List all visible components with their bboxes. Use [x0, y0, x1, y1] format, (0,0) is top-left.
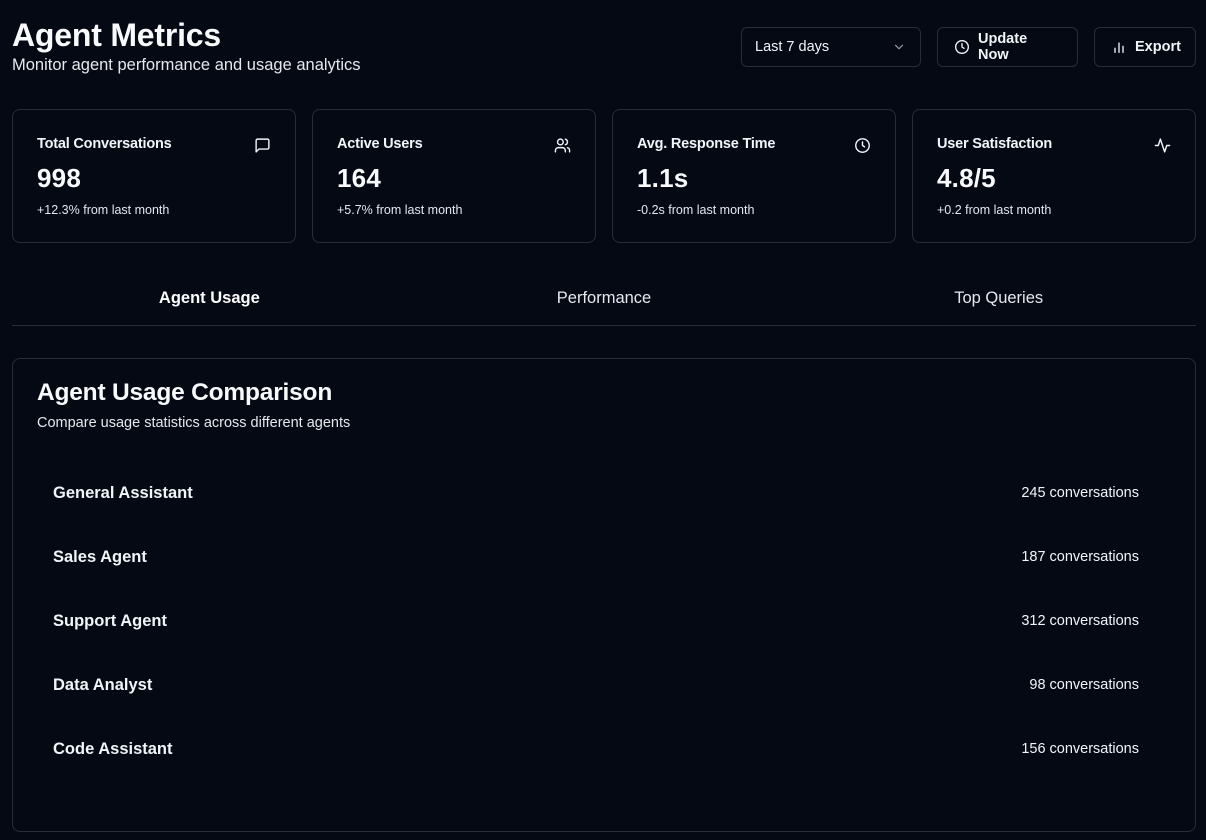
- stat-value: 1.1s: [637, 163, 689, 193]
- stat-change: -0.2s from last month: [637, 203, 755, 217]
- agent-name: Data Analyst: [53, 675, 153, 694]
- update-now-label: Update Now: [978, 31, 1028, 63]
- agent-conversation-count: 156 conversations: [1021, 741, 1139, 757]
- list-item: Data Analyst 98 conversations: [53, 657, 1139, 721]
- stat-card-total-conversations: Total Conversations 998 +12.3% from last…: [12, 109, 296, 243]
- page-subtitle: Monitor agent performance and usage anal…: [12, 56, 361, 74]
- agent-conversation-count: 245 conversations: [1021, 485, 1139, 501]
- agent-name: General Assistant: [53, 483, 193, 502]
- bar-chart-icon: [1111, 39, 1127, 55]
- list-item: Sales Agent 187 conversations: [53, 529, 1139, 593]
- clock-icon: [853, 136, 871, 154]
- users-icon: [553, 136, 571, 154]
- stat-label: Active Users: [337, 136, 423, 152]
- stat-value: 998: [37, 163, 81, 193]
- stat-change: +12.3% from last month: [37, 203, 170, 217]
- list-item: Support Agent 312 conversations: [53, 593, 1139, 657]
- chevron-down-icon: [892, 40, 906, 54]
- update-now-button[interactable]: Update Now: [937, 27, 1078, 67]
- stat-change: +0.2 from last month: [937, 203, 1052, 217]
- tab-top-queries[interactable]: Top Queries: [801, 271, 1196, 325]
- stat-value: 164: [337, 163, 381, 193]
- agent-conversation-count: 98 conversations: [1029, 677, 1139, 693]
- agent-metrics-page: Agent Metrics Monitor agent performance …: [0, 0, 1206, 840]
- date-range-value: Last 7 days: [755, 39, 830, 55]
- agent-conversation-count: 187 conversations: [1021, 549, 1139, 565]
- agent-usage-panel: Agent Usage Comparison Compare usage sta…: [12, 358, 1196, 832]
- tab-bar: Agent Usage Performance Top Queries: [12, 272, 1196, 326]
- clock-icon: [954, 39, 970, 55]
- stat-card-user-satisfaction: User Satisfaction 4.8/5 +0.2 from last m…: [912, 109, 1196, 243]
- export-button[interactable]: Export: [1094, 27, 1196, 67]
- stat-change: +5.7% from last month: [337, 203, 463, 217]
- list-item: Code Assistant 156 conversations: [53, 721, 1139, 785]
- agent-conversation-count: 312 conversations: [1021, 613, 1139, 629]
- agent-name: Sales Agent: [53, 547, 147, 566]
- date-range-select[interactable]: Last 7 days: [741, 27, 921, 67]
- stat-label: User Satisfaction: [937, 136, 1053, 152]
- tab-performance[interactable]: Performance: [407, 271, 802, 325]
- panel-title: Agent Usage Comparison: [37, 379, 333, 406]
- header-controls: Last 7 days Update Now Export: [741, 27, 1196, 67]
- stat-card-active-users: Active Users 164 +5.7% from last month: [312, 109, 596, 243]
- stat-cards: Total Conversations 998 +12.3% from last…: [12, 109, 1196, 243]
- list-item: General Assistant 245 conversations: [53, 465, 1139, 529]
- agent-usage-list: General Assistant 245 conversations Sale…: [53, 465, 1139, 785]
- stat-card-avg-response-time: Avg. Response Time 1.1s -0.2s from last …: [612, 109, 896, 243]
- activity-icon: [1153, 136, 1171, 154]
- stat-label: Total Conversations: [37, 136, 172, 152]
- agent-name: Support Agent: [53, 611, 167, 630]
- agent-name: Code Assistant: [53, 739, 173, 758]
- page-title: Agent Metrics: [12, 17, 221, 53]
- tab-agent-usage[interactable]: Agent Usage: [12, 271, 407, 325]
- page-header: Agent Metrics Monitor agent performance …: [12, 0, 1196, 90]
- stat-value: 4.8/5: [937, 163, 996, 193]
- message-square-icon: [253, 136, 271, 154]
- stat-label: Avg. Response Time: [637, 136, 776, 152]
- export-label: Export: [1135, 39, 1181, 55]
- panel-subtitle: Compare usage statistics across differen…: [37, 415, 351, 431]
